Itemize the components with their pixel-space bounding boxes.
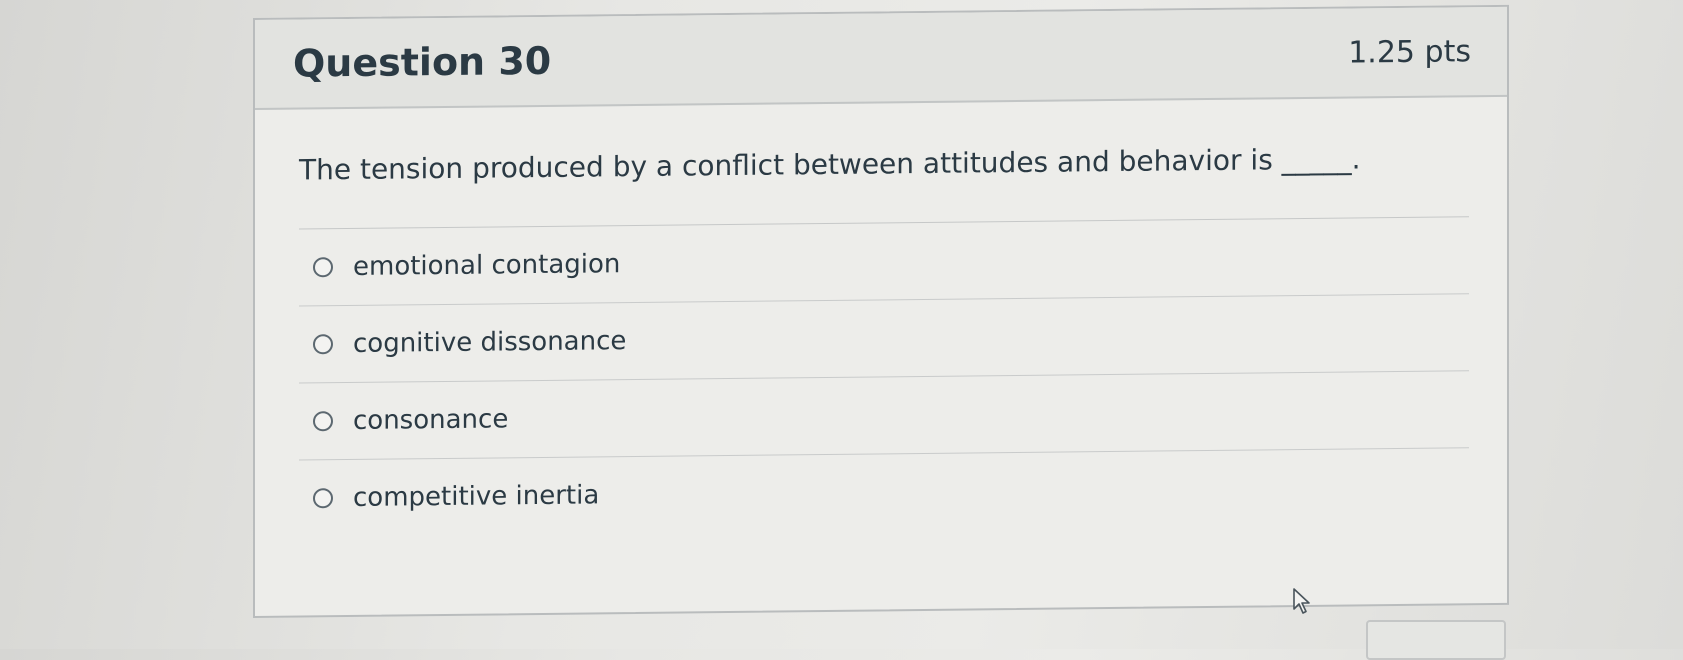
question-text: The tension produced by a conflict betwe… xyxy=(299,141,1469,230)
next-button-partial[interactable] xyxy=(1366,620,1506,660)
answer-list: emotional contagion cognitive dissonance… xyxy=(299,217,1469,536)
answer-option-cognitive-dissonance[interactable]: cognitive dissonance xyxy=(299,294,1469,384)
answer-option-consonance[interactable]: consonance xyxy=(299,371,1469,461)
radio-empty-icon[interactable] xyxy=(313,334,333,355)
question-points: 1.25 pts xyxy=(1348,33,1471,71)
answer-label[interactable]: emotional contagion xyxy=(353,249,620,282)
question-title: Question 30 xyxy=(293,38,552,86)
radio-empty-icon[interactable] xyxy=(313,257,333,278)
question-body: The tension produced by a conflict betwe… xyxy=(255,97,1507,537)
question-card: Question 30 1.25 pts The tension produce… xyxy=(253,4,1509,618)
radio-empty-icon[interactable] xyxy=(313,488,333,509)
radio-empty-icon[interactable] xyxy=(313,411,333,432)
answer-option-emotional-contagion[interactable]: emotional contagion xyxy=(299,217,1469,307)
answer-option-competitive-inertia[interactable]: competitive inertia xyxy=(299,448,1469,536)
answer-label[interactable]: consonance xyxy=(353,404,508,436)
answer-label[interactable]: cognitive dissonance xyxy=(353,326,626,359)
mouse-pointer-icon xyxy=(1292,587,1314,619)
answer-label[interactable]: competitive inertia xyxy=(353,480,599,513)
question-header: Question 30 1.25 pts xyxy=(255,6,1507,110)
